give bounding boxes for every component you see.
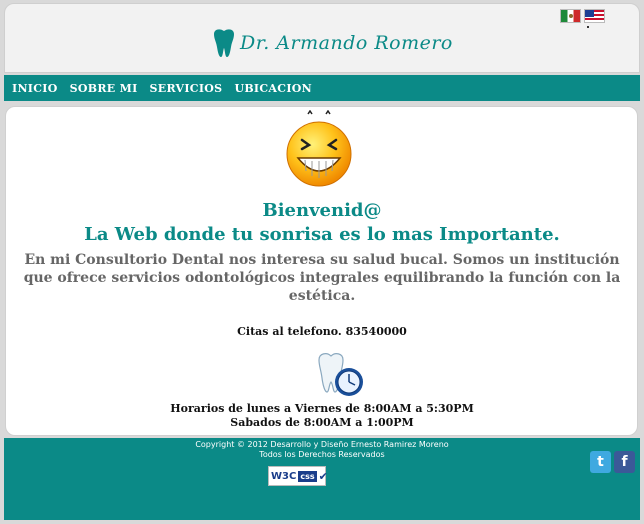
hours-saturday: Sabados de 8:00AM a 1:00PM [230,416,414,429]
copyright-notice: Copyright © 2012 Desarrollo y Diseño Ern… [0,440,644,460]
nav-item-sobre-mi[interactable]: SOBRE MI [70,82,138,95]
nav-item-inicio[interactable]: INICIO [12,82,58,95]
nav-item-servicios[interactable]: SERVICIOS [150,82,223,95]
welcome-heading: Bienvenid@ La Web donde tu sonrisa es lo… [0,199,644,247]
nav-item-ubicacion[interactable]: UBICACION [234,82,312,95]
tooth-icon [214,29,234,57]
flag-separator-dot [587,26,589,28]
welcome-subtitle: La Web donde tu sonrisa es lo mas Import… [84,224,560,245]
rights-text: Todos los Derechos Reservados [259,450,385,459]
phone-text: Citas al telefono. 83540000 [237,325,407,338]
checkmark-icon: ✔ [318,469,328,483]
twitter-icon[interactable]: t [590,451,611,473]
welcome-title: Bienvenid@ [262,200,382,221]
copyright-text: Copyright © 2012 Desarrollo y Diseño Ern… [195,440,449,449]
usa-flag-icon[interactable] [584,9,605,23]
mexico-flag-icon[interactable] [560,9,581,23]
grinning-smiley-icon [286,110,352,187]
css-label: css [298,470,317,482]
w3c-label: W3C [271,470,297,482]
w3c-css-badge[interactable]: W3C css ✔ [268,466,328,486]
site-logo[interactable]: Dr. Armando Romero [210,28,453,58]
social-links: t f [590,451,635,473]
facebook-icon[interactable]: f [614,451,635,473]
office-hours: Horarios de lunes a Viernes de 8:00AM a … [0,402,644,430]
intro-paragraph: En mi Consultorio Dental nos interesa su… [23,252,621,304]
hours-weekday: Horarios de lunes a Viernes de 8:00AM a … [170,402,474,415]
logo-text: Dr. Armando Romero [240,32,453,54]
tooth-clock-icon [318,353,363,396]
main-nav: INICIO SOBRE MI SERVICIOS UBICACION [4,75,640,101]
language-selector [560,9,605,23]
